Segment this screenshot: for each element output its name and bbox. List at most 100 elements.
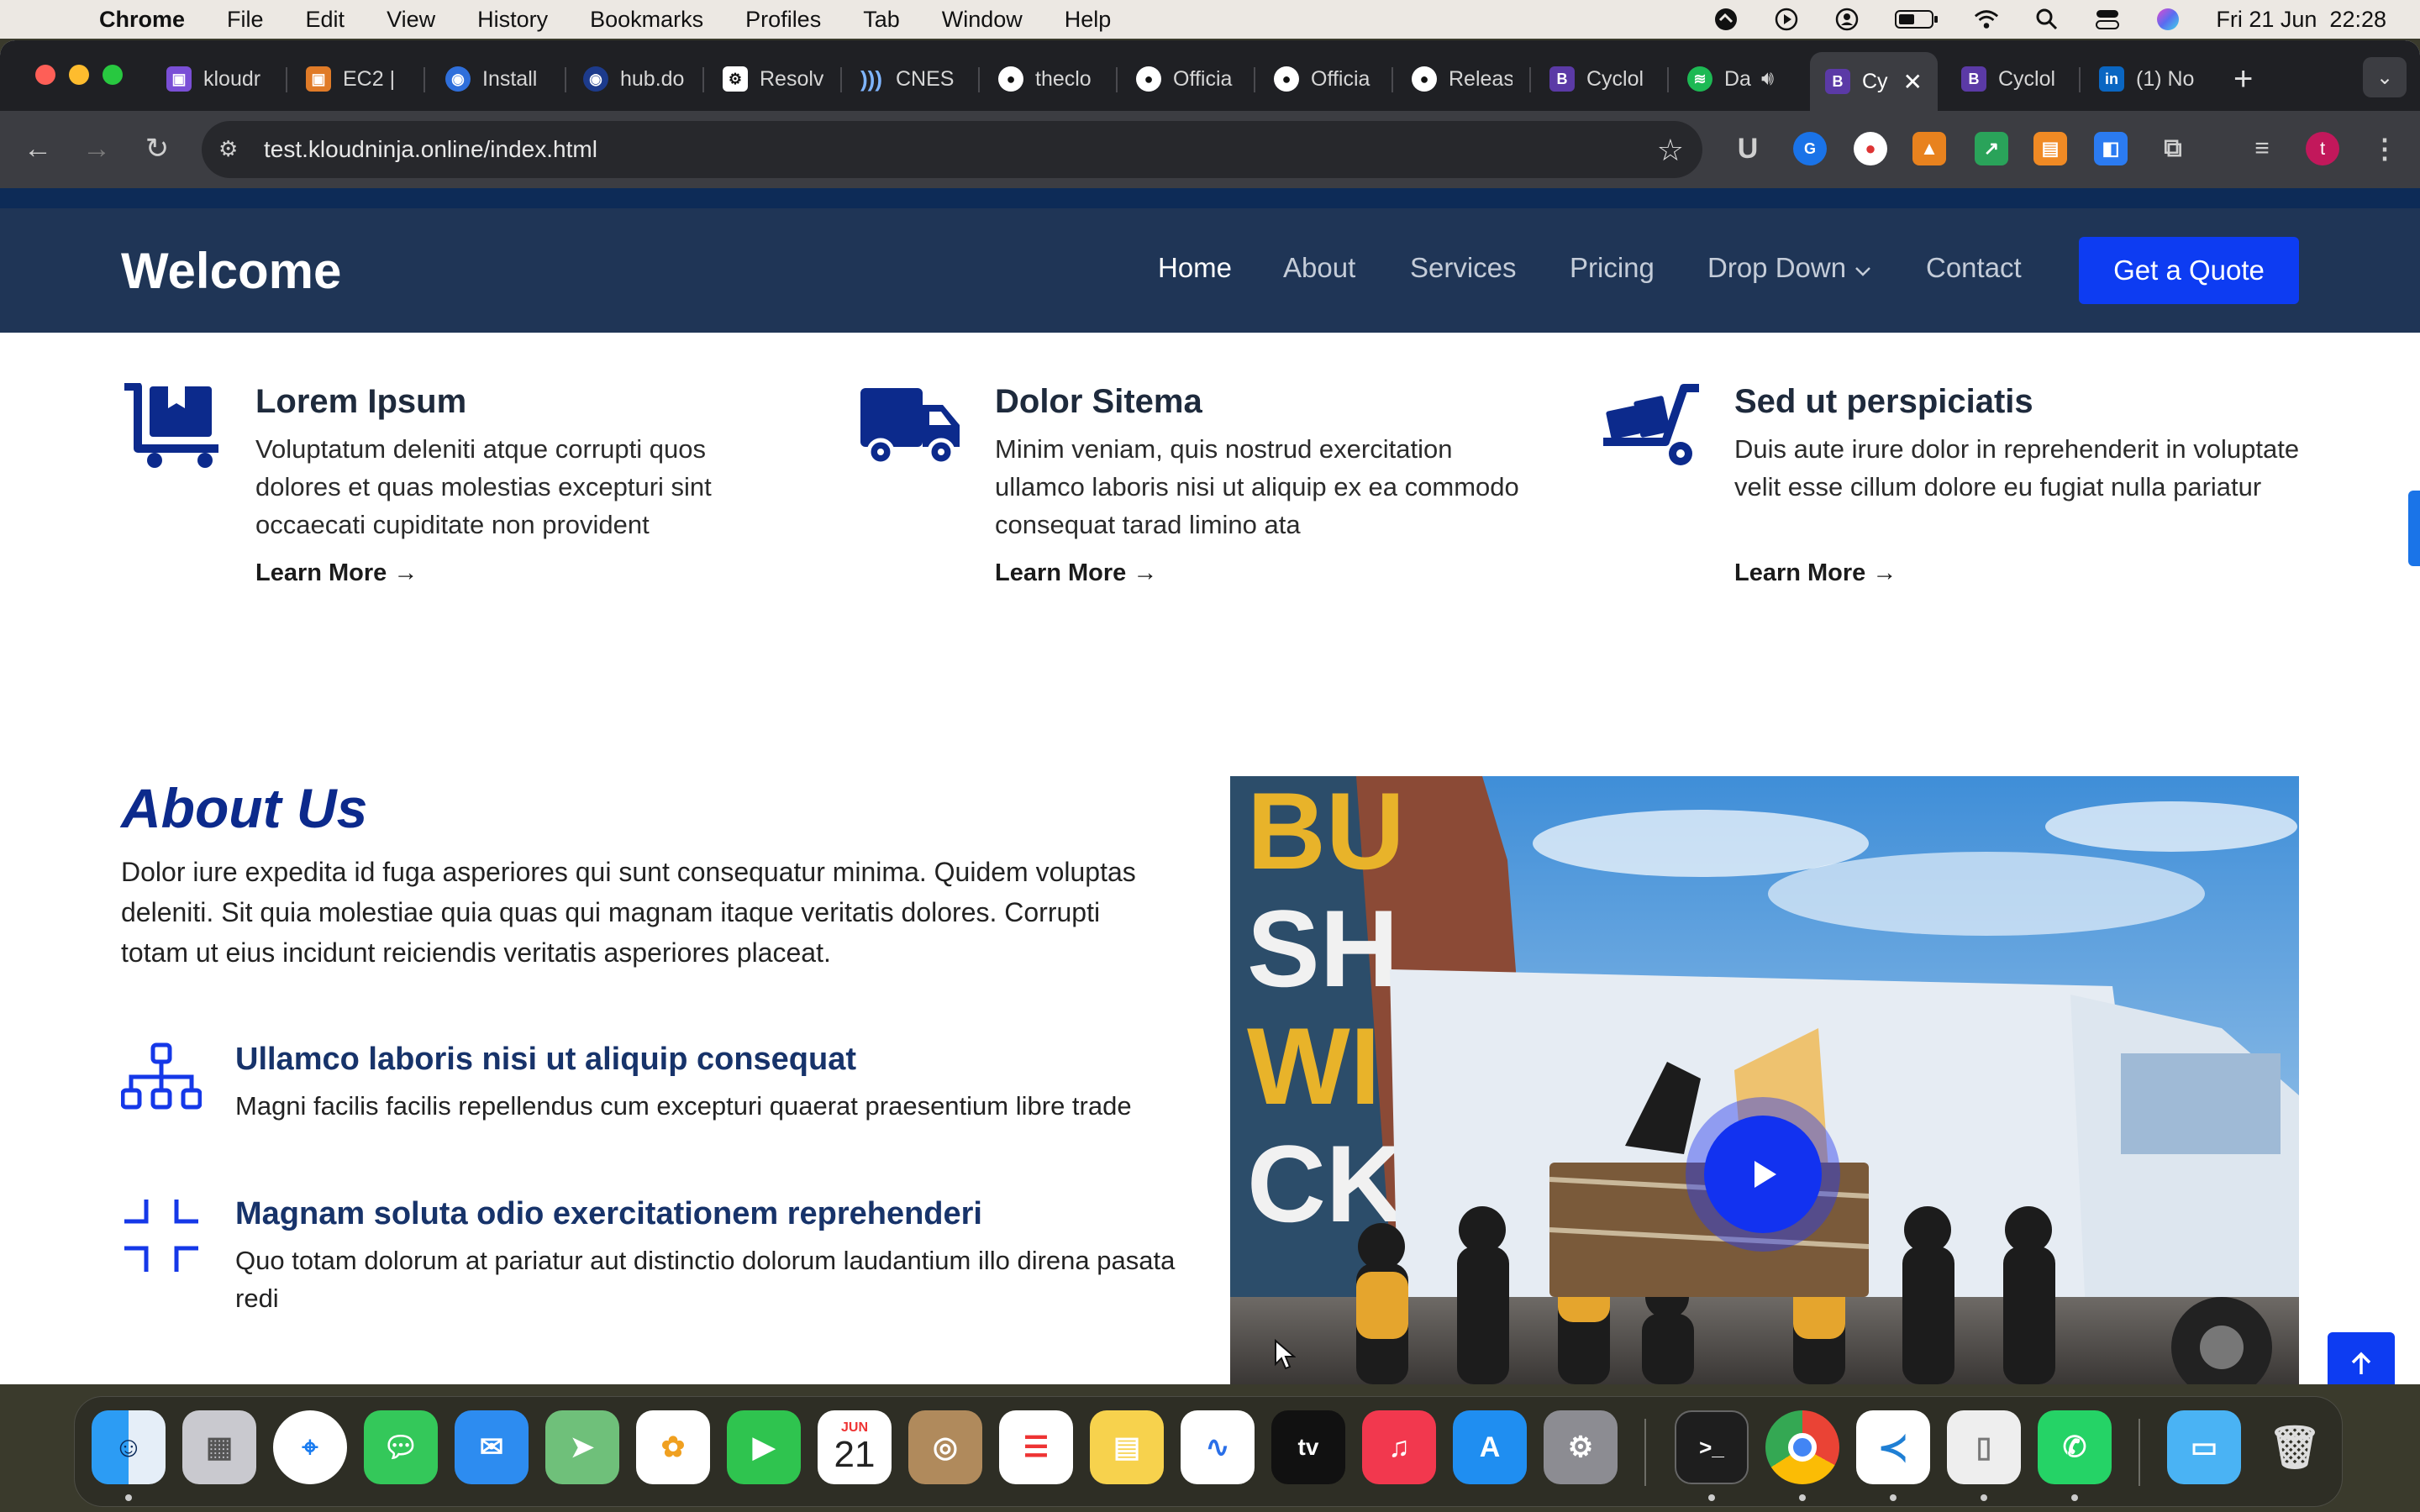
tab-linkedin[interactable]: in (1) No <box>2099 59 2200 99</box>
tab-cnes[interactable]: ))) CNES <box>859 59 960 99</box>
menu-view[interactable]: View <box>387 7 435 33</box>
text-edit-icon[interactable]: ▯ <box>1947 1410 2021 1484</box>
chrome-icon[interactable] <box>1765 1410 1839 1484</box>
tab-resolve[interactable]: ⚙ Resolv <box>723 59 823 99</box>
photos-icon[interactable]: ✿ <box>636 1410 710 1484</box>
tab-install[interactable]: ◉ Install <box>445 59 546 99</box>
pokeball-extension-icon[interactable]: ● <box>1854 132 1887 165</box>
facetime-icon[interactable]: ▶ <box>727 1410 801 1484</box>
scroll-to-top-button[interactable] <box>2328 1332 2395 1384</box>
browser-menu-icon[interactable]: ⋮ <box>2368 132 2402 165</box>
tab-cyclol-2[interactable]: B Cyclol <box>1961 59 2062 99</box>
nav-pricing[interactable]: Pricing <box>1570 252 1655 284</box>
close-tab-icon[interactable]: ✕ <box>1903 68 1923 96</box>
menubar-clock[interactable]: Fri 21 Jun 22:28 <box>2216 7 2386 33</box>
tab-github-theclo[interactable]: ● theclo <box>998 59 1099 99</box>
app-store-icon[interactable]: A <box>1453 1410 1527 1484</box>
tab-spotify[interactable]: ≋ Da 🔊︎ <box>1687 59 1774 99</box>
finder-icon[interactable]: ☺ <box>92 1410 166 1484</box>
back-button[interactable]: ← <box>18 129 57 168</box>
nav-contact[interactable]: Contact <box>1926 252 2022 284</box>
messages-icon[interactable]: 💬︎ <box>364 1410 438 1484</box>
orange-extension-icon[interactable]: ▤ <box>2033 132 2067 165</box>
trash-icon[interactable]: 🗑︎ <box>2258 1410 2332 1484</box>
contacts-icon[interactable]: ◎ <box>908 1410 982 1484</box>
menu-file[interactable]: File <box>227 7 264 33</box>
menu-profiles[interactable]: Profiles <box>745 7 821 33</box>
close-window-button[interactable] <box>35 65 55 85</box>
spotlight-search-icon[interactable] <box>2034 7 2060 32</box>
tab-hub[interactable]: ◉ hub.do <box>583 59 684 99</box>
extensions-puzzle-icon[interactable]: ⧉ <box>2156 132 2190 165</box>
user-status-icon[interactable] <box>1834 7 1860 32</box>
learn-more-link[interactable]: Learn More → <box>1734 559 1897 587</box>
freeform-icon[interactable]: ∿ <box>1181 1410 1255 1484</box>
chart-extension-icon[interactable]: ↗ <box>1975 132 2008 165</box>
tab-cyclol-1[interactable]: B Cyclol <box>1549 59 1650 99</box>
menu-tab[interactable]: Tab <box>863 7 900 33</box>
nav-home[interactable]: Home <box>1158 252 1232 284</box>
tab-ec2[interactable]: ▣ EC2 | <box>306 59 407 99</box>
siri-icon[interactable] <box>2155 7 2181 32</box>
reading-list-icon[interactable]: ≡ <box>2245 132 2279 165</box>
forward-button[interactable]: → <box>77 129 116 168</box>
terminal-icon[interactable]: >_ <box>1675 1410 1749 1484</box>
menu-app-name[interactable]: Chrome <box>99 7 185 33</box>
vscode-icon[interactable]: ≺ <box>1856 1410 1930 1484</box>
menu-history[interactable]: History <box>477 7 548 33</box>
tab-search-button[interactable]: ⌄ <box>2363 57 2407 97</box>
nav-about[interactable]: About <box>1283 252 1355 284</box>
profile-avatar[interactable]: t <box>2306 132 2339 165</box>
about-video-thumbnail[interactable]: BU SH WI CK <box>1230 776 2299 1384</box>
calendar-icon[interactable]: JUN 21 <box>818 1410 892 1484</box>
safari-icon[interactable]: ⌖ <box>273 1410 347 1484</box>
reload-button[interactable]: ↻ <box>138 129 176 168</box>
side-panel-tab[interactable] <box>2408 491 2420 566</box>
site-info-icon[interactable]: ⚙ <box>218 136 245 163</box>
site-logo[interactable]: Welcome <box>121 242 341 300</box>
play-video-button[interactable] <box>1686 1097 1840 1252</box>
nav-services[interactable]: Services <box>1410 252 1517 284</box>
tab-github-official-2[interactable]: ● Officia <box>1274 59 1375 99</box>
tab-github-official-1[interactable]: ● Officia <box>1136 59 1237 99</box>
launchpad-icon[interactable]: ▦ <box>182 1410 256 1484</box>
play-status-icon[interactable] <box>1774 7 1799 32</box>
tab-separator <box>1254 67 1255 92</box>
blue-extension-icon[interactable]: ◧ <box>2094 132 2128 165</box>
wifi-icon[interactable] <box>1974 7 1999 32</box>
status-app-icon[interactable] <box>1713 7 1739 32</box>
notes-icon[interactable]: ▤ <box>1090 1410 1164 1484</box>
address-bar[interactable]: ⚙ test.kloudninja.online/index.html ☆ <box>202 121 1702 178</box>
ublock-extension-icon[interactable]: U <box>1731 132 1765 165</box>
address-url[interactable]: test.kloudninja.online/index.html <box>264 136 597 163</box>
system-settings-icon[interactable]: ⚙ <box>1544 1410 1618 1484</box>
maps-icon[interactable]: ➤ <box>545 1410 619 1484</box>
mail-icon[interactable]: ✉ <box>455 1410 529 1484</box>
menu-bookmarks[interactable]: Bookmarks <box>590 7 703 33</box>
minimize-window-button[interactable] <box>69 65 89 85</box>
feature-title: Lorem Ipsum <box>255 383 467 420</box>
apple-tv-icon[interactable]: tv <box>1271 1410 1345 1484</box>
reminders-icon[interactable]: ☰ <box>999 1410 1073 1484</box>
nav-dropdown[interactable]: Drop Down <box>1707 252 1872 284</box>
extension-badge-icon[interactable]: G <box>1793 132 1827 165</box>
control-center-icon[interactable] <box>2095 7 2120 32</box>
bookmark-star-icon[interactable]: ☆ <box>1657 133 1684 168</box>
music-icon[interactable]: ♫ <box>1362 1410 1436 1484</box>
tab-github-releases[interactable]: ● Releas <box>1412 59 1512 99</box>
downloads-folder-icon[interactable]: ▭ <box>2167 1410 2241 1484</box>
battery-icon[interactable] <box>1895 7 1939 32</box>
menu-edit[interactable]: Edit <box>306 7 345 33</box>
get-quote-button[interactable]: Get a Quote <box>2079 237 2299 304</box>
learn-more-link[interactable]: Learn More → <box>995 559 1157 587</box>
whatsapp-icon[interactable]: ✆ <box>2038 1410 2112 1484</box>
menu-window[interactable]: Window <box>942 7 1023 33</box>
tab-kloudr[interactable]: ▣ kloudr <box>166 59 267 99</box>
tab-active-cyclol[interactable]: B Cy ✕ <box>1810 52 1938 111</box>
menu-help[interactable]: Help <box>1065 7 1112 33</box>
zoom-window-button[interactable] <box>103 65 123 85</box>
new-tab-button[interactable]: + <box>2233 60 2253 98</box>
metamask-extension-icon[interactable]: ▲ <box>1912 132 1946 165</box>
speaker-icon[interactable]: 🔊︎ <box>1761 67 1774 91</box>
learn-more-link[interactable]: Learn More → <box>255 559 418 587</box>
